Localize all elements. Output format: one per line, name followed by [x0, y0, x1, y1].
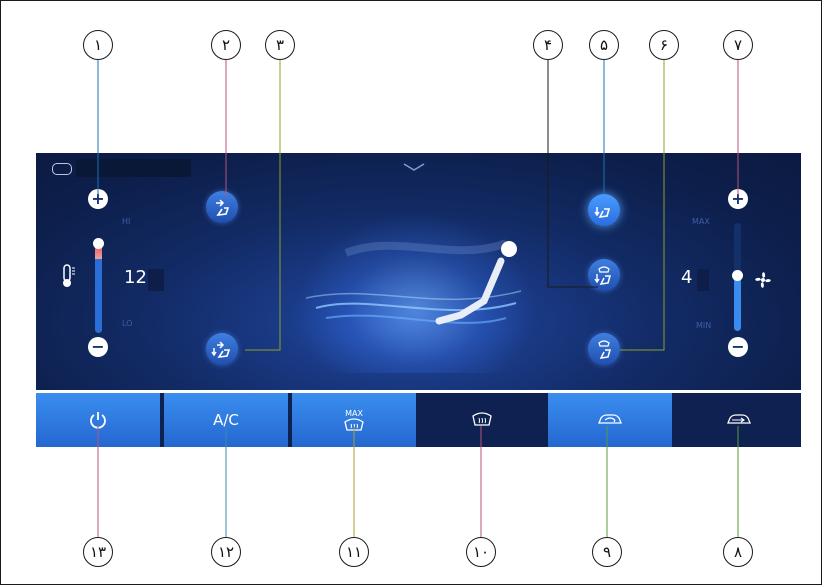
face-vent-icon [216, 199, 230, 216]
fresh-air-button[interactable] [676, 393, 801, 447]
car-recirculation-icon [598, 414, 622, 424]
recirculation-button[interactable] [548, 393, 672, 447]
thermometer-icon [60, 263, 76, 293]
feet-vent-button[interactable] [588, 194, 620, 226]
callout-4: ۴ [533, 30, 563, 60]
temp-down-button[interactable]: − [88, 337, 108, 357]
face-feet-vent-button[interactable] [206, 333, 238, 365]
fan-value-box [697, 269, 709, 291]
status-bar-strip [76, 159, 191, 177]
front-defrost-button[interactable] [420, 393, 544, 447]
callout-9: ٩ [592, 537, 622, 567]
defrost-vent-icon [598, 340, 611, 359]
face-vent-button[interactable] [206, 191, 238, 223]
callout-5: ۵ [589, 30, 619, 60]
temp-lo-label: LO [122, 319, 133, 328]
power-icon [90, 412, 106, 429]
callout-3: ٣ [265, 30, 295, 60]
fan-min-label: MIN [696, 321, 712, 330]
fan-icon [752, 269, 774, 295]
temp-up-button[interactable]: + [88, 189, 108, 209]
front-defrost-icon [344, 417, 364, 431]
callout-13: ١٣ [83, 537, 113, 567]
front-defrost-icon [472, 412, 492, 426]
climate-screen: + HI LO − 12 4 + MAX MIN − [36, 153, 801, 390]
fan-slider-knob[interactable] [732, 270, 743, 281]
defrost-feet-vent-button[interactable] [588, 259, 620, 291]
fan-speed-value: 4 [681, 267, 693, 288]
face-feet-vent-icon [211, 341, 231, 358]
fan-down-button[interactable]: − [728, 337, 748, 357]
temperature-value: 12 [124, 267, 147, 288]
callout-2: ٢ [211, 30, 241, 60]
max-defrost-label: MAX [345, 408, 363, 418]
callout-10: ١٠ [466, 537, 496, 567]
callout-6: ۶ [649, 30, 679, 60]
status-icon [52, 163, 72, 175]
temp-hi-label: HI [122, 217, 131, 226]
defrost-vent-button[interactable] [588, 333, 620, 365]
temp-slider-track[interactable] [95, 241, 102, 333]
fan-max-label: MAX [692, 217, 710, 226]
collapse-chevron-icon[interactable] [402, 157, 426, 176]
callout-12: ١٢ [211, 537, 241, 567]
fan-up-button[interactable]: + [728, 189, 748, 209]
defrost-feet-vent-icon [594, 266, 611, 285]
max-front-defrost-button[interactable]: MAX [292, 393, 416, 447]
ac-button[interactable]: A/C [164, 393, 288, 447]
feet-vent-icon [594, 207, 611, 219]
car-fresh-air-icon [726, 414, 751, 424]
temperature-unit-box [148, 269, 164, 291]
power-button[interactable] [36, 393, 160, 447]
fan-slider-fill [734, 275, 741, 331]
callout-7: ٧ [723, 30, 753, 60]
callout-1: ١ [83, 30, 113, 60]
callout-8: ٨ [723, 537, 753, 567]
seat-airflow-illustration [305, 223, 526, 357]
callout-11: ١١ [339, 537, 369, 567]
climate-control-bar: A/C MAX [36, 393, 801, 447]
temp-slider-knob[interactable] [93, 238, 104, 249]
